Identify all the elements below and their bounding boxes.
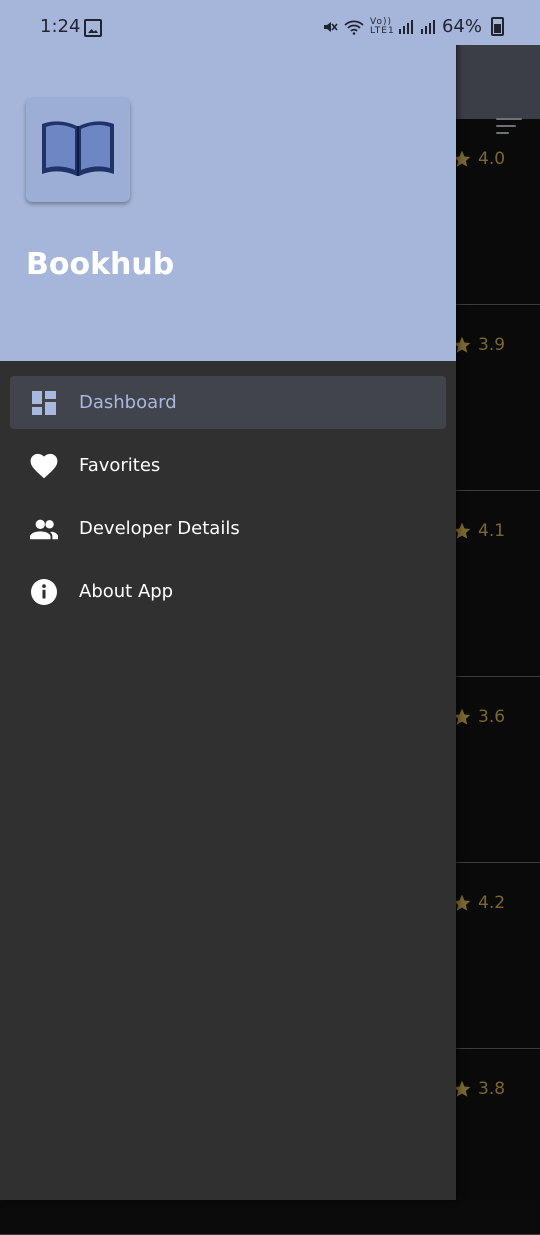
heart-icon [30, 452, 58, 480]
menu-item-label: About App [79, 581, 174, 602]
rating-value: 3.6 [478, 707, 506, 727]
menu-item-developer-details[interactable]: Developer Details [10, 502, 446, 555]
navigation-drawer: Bookhub Dashboard Favorites Developer De… [0, 0, 456, 1200]
drawer-menu: Dashboard Favorites Developer Details Ab… [0, 376, 456, 628]
wifi-icon [344, 20, 364, 35]
book-rating: 3.9 [452, 335, 505, 355]
people-icon [30, 515, 58, 543]
rating-value: 4.1 [478, 521, 506, 541]
book-icon [42, 121, 114, 176]
status-bar: 1:24 Vo)) LTE1 64% [0, 0, 540, 45]
menu-item-label: Dashboard [79, 392, 177, 413]
mute-icon [323, 21, 338, 32]
signal-icon [420, 19, 435, 34]
info-icon [30, 578, 58, 606]
book-rating: 4.2 [452, 893, 505, 913]
status-icons: Vo)) LTE1 64% [322, 16, 504, 37]
app-title: Bookhub [26, 247, 175, 282]
drawer-header: Bookhub [0, 0, 456, 361]
rating-value: 3.8 [478, 1079, 506, 1099]
app-logo [26, 98, 130, 202]
rating-value: 4.0 [478, 149, 506, 169]
menu-item-label: Developer Details [79, 518, 240, 539]
rating-value: 4.2 [478, 893, 506, 913]
book-rating: 3.6 [452, 707, 505, 727]
menu-item-favorites[interactable]: Favorites [10, 439, 446, 492]
gallery-notification-icon [84, 19, 102, 37]
menu-item-dashboard[interactable]: Dashboard [10, 376, 446, 429]
book-rating: 3.8 [452, 1079, 505, 1099]
network-type-label: Vo)) LTE1 [369, 16, 395, 36]
menu-item-about-app[interactable]: About App [10, 565, 446, 618]
signal-icon [398, 19, 413, 34]
book-rating: 4.1 [452, 521, 505, 541]
battery-percent: 64% [441, 16, 482, 37]
menu-item-label: Favorites [79, 455, 161, 476]
book-rating: 4.0 [452, 149, 505, 169]
battery-icon [491, 17, 504, 36]
rating-value: 3.9 [478, 335, 506, 355]
clock: 1:24 [40, 16, 81, 37]
dashboard-icon [30, 389, 58, 417]
